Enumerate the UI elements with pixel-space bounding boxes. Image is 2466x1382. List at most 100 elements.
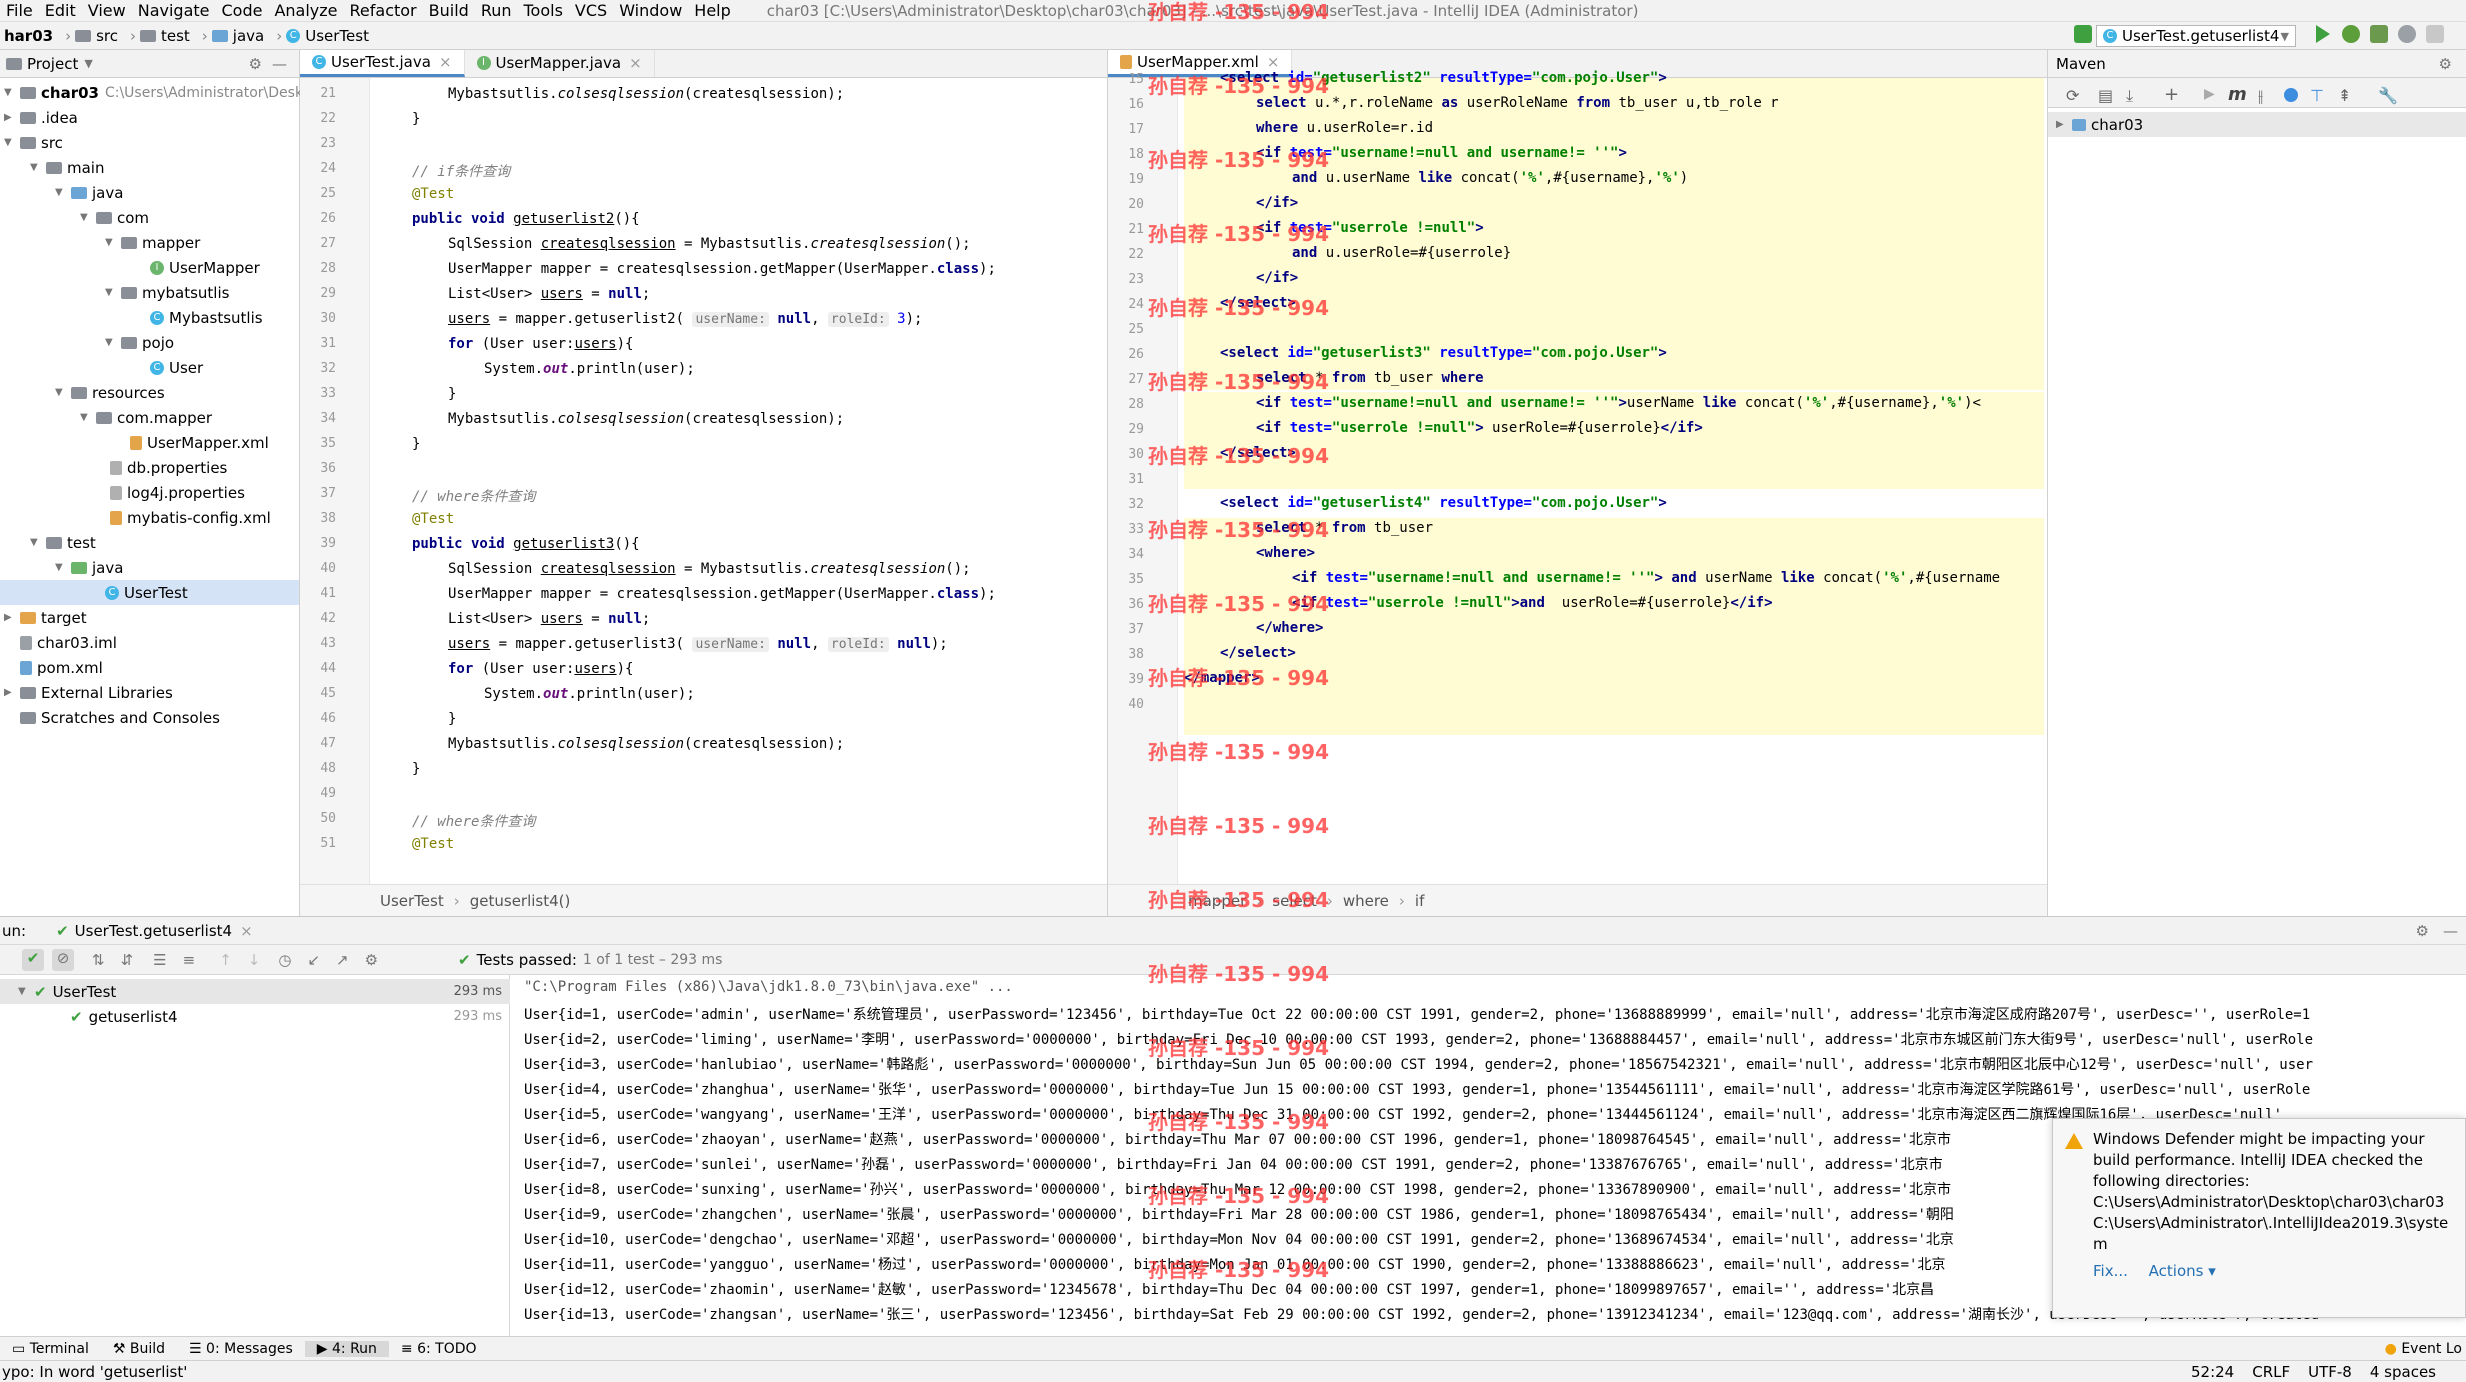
tree-item-test-java[interactable]: ▼ java [55, 555, 123, 580]
indent-setting[interactable]: 4 spaces [2370, 1363, 2436, 1381]
menu-file[interactable]: File [0, 1, 39, 20]
chevron-right-icon[interactable]: ▶ [4, 687, 16, 698]
tree-item-java[interactable]: ▼ java [55, 180, 123, 205]
tree-item-usertest[interactable]: C UserTest [0, 580, 299, 605]
close-icon[interactable]: × [240, 922, 253, 940]
menu-code[interactable]: Code [216, 1, 269, 20]
tree-item-scratches[interactable]: Scratches and Consoles [4, 705, 220, 730]
close-icon[interactable]: × [439, 53, 452, 71]
build-hammer-icon[interactable] [2074, 25, 2092, 43]
stop-icon[interactable] [2426, 25, 2444, 43]
show-dependencies-icon[interactable]: ⊤ [2310, 86, 2324, 105]
breadcrumb-method[interactable]: getuserlist4() [470, 892, 571, 910]
tree-item-pom-xml[interactable]: pom.xml [20, 655, 103, 680]
menu-run[interactable]: Run [475, 1, 518, 20]
sort-duration-icon[interactable]: ⇵ [121, 951, 134, 969]
tab-usermapper-java[interactable]: I UserMapper.java × [465, 50, 655, 77]
breadcrumb-src[interactable]: › src [57, 27, 122, 45]
tree-item-com[interactable]: ▼ com [80, 205, 149, 230]
profile-icon[interactable] [2398, 25, 2416, 43]
collapse-icon[interactable]: ⇞ [2338, 86, 2351, 105]
tree-item-char03[interactable]: ▼ char03 C:\Users\Administrator\Deskt [4, 80, 309, 105]
tree-item-user[interactable]: C User [150, 355, 203, 380]
run-tab[interactable]: ✔ UserTest.getuserlist4 × [56, 922, 253, 940]
todo-tab[interactable]: ≡ 6: TODO [389, 1341, 489, 1357]
tree-item-src[interactable]: ▼ src [4, 130, 63, 155]
breadcrumb-if[interactable]: if [1415, 892, 1424, 910]
close-icon[interactable]: × [1267, 53, 1280, 71]
menu-window[interactable]: Window [613, 1, 688, 20]
next-icon[interactable]: ↓ [248, 951, 261, 969]
build-tab[interactable]: ⚒ Build [101, 1341, 177, 1357]
breadcrumb-class[interactable]: UserTest [380, 892, 444, 910]
gear-icon[interactable]: ⚙ [2416, 922, 2429, 940]
file-encoding[interactable]: UTF-8 [2308, 1363, 2352, 1381]
run-icon[interactable] [2316, 25, 2330, 43]
tree-item-char03-iml[interactable]: char03.iml [20, 630, 117, 655]
coverage-icon[interactable] [2370, 25, 2388, 43]
tree-item-test[interactable]: ▼ test [30, 530, 96, 555]
chevron-down-icon[interactable]: ▼ [80, 412, 92, 423]
chevron-down-icon[interactable]: ▼ [105, 337, 117, 348]
tree-item-mybatis-config[interactable]: mybatis-config.xml [110, 505, 271, 530]
tree-item-resources[interactable]: ▼ resources [55, 380, 165, 405]
breadcrumb-select[interactable]: select [1272, 892, 1317, 910]
menu-build[interactable]: Build [423, 1, 475, 20]
run-maven-icon[interactable]: ▶ [2204, 86, 2215, 102]
menu-analyze[interactable]: Analyze [268, 1, 343, 20]
reload-icon[interactable]: ⟳ [2066, 86, 2079, 105]
breadcrumb-where[interactable]: where [1343, 892, 1389, 910]
breadcrumb-java[interactable]: › java [194, 27, 268, 45]
test-tree-row[interactable]: ▼ ✔ UserTest 293 ms [0, 979, 510, 1004]
add-folder-icon[interactable]: ▤ [2098, 86, 2113, 105]
actions-link[interactable]: Actions ▾ [2149, 1262, 2216, 1280]
gear-icon[interactable]: ⚙ [2439, 55, 2452, 73]
tree-item-mybastsutlis-class[interactable]: C Mybastsutlis [150, 305, 263, 330]
menu-vcs[interactable]: VCS [569, 1, 613, 20]
import-icon[interactable]: ↙ [307, 951, 320, 969]
line-separator[interactable]: CRLF [2252, 1363, 2290, 1381]
breadcrumb-test[interactable]: › test [122, 27, 194, 45]
expand-all-icon[interactable]: ☰ [153, 951, 166, 969]
show-passed-icon[interactable]: ✔ [22, 948, 44, 971]
java-editor[interactable]: C UserTest.java × I UserMapper.java × 21 22 23… [300, 50, 1108, 916]
menu-navigate[interactable]: Navigate [132, 1, 216, 20]
chevron-down-icon[interactable]: ▼ [80, 212, 92, 223]
menu-view[interactable]: View [82, 1, 132, 20]
hide-icon[interactable]: — [2443, 922, 2458, 940]
close-icon[interactable]: × [629, 54, 642, 72]
maven-goal-icon[interactable]: m [2228, 84, 2247, 105]
download-icon[interactable]: ⤓ [2126, 86, 2133, 106]
tree-item-usermapper[interactable]: I UserMapper [150, 255, 260, 280]
chevron-right-icon[interactable]: ▶ [2056, 119, 2068, 130]
menu-tools[interactable]: Tools [518, 1, 569, 20]
chevron-down-icon[interactable]: ▼ [4, 137, 16, 148]
breadcrumb-project[interactable]: har03 [0, 27, 57, 45]
collapse-all-icon[interactable]: ≡ [183, 951, 196, 969]
chevron-right-icon[interactable]: ▶ [4, 612, 16, 623]
tree-item-com-mapper[interactable]: ▼ com.mapper [80, 405, 212, 430]
chevron-down-icon[interactable]: ▼ [84, 57, 92, 70]
menu-edit[interactable]: Edit [39, 1, 82, 20]
add-icon[interactable]: + [2164, 84, 2179, 105]
xml-editor[interactable]: UserMapper.xml × 15 16 17 18 19 20 21 22 23 24 25 26… [1108, 50, 2048, 916]
tree-item-pojo[interactable]: ▼ pojo [105, 330, 174, 355]
sort-alpha-icon[interactable]: ⇅ [92, 951, 105, 969]
tree-item-idea[interactable]: ▶ .idea [4, 105, 78, 130]
tab-usertest-java[interactable]: C UserTest.java × [300, 50, 465, 77]
menu-help[interactable]: Help [688, 1, 736, 20]
tree-item-log4j-properties[interactable]: log4j.properties [110, 480, 245, 505]
caret-position[interactable]: 52:24 [2191, 1363, 2234, 1381]
export-icon[interactable]: ↗ [336, 951, 349, 969]
run-tab-button[interactable]: ▶ 4: Run [304, 1340, 389, 1357]
gear-icon[interactable]: ⚙ [249, 55, 262, 73]
tree-item-db-properties[interactable]: db.properties [110, 455, 227, 480]
gear-icon[interactable]: ⚙ [365, 951, 378, 969]
show-ignored-icon[interactable]: ⊘ [52, 948, 74, 971]
chevron-down-icon[interactable]: ▼ [55, 562, 67, 573]
tree-item-external-libraries[interactable]: ▶ External Libraries [4, 680, 173, 705]
tree-item-target[interactable]: ▶ target [4, 605, 87, 630]
messages-tab[interactable]: ☰ 0: Messages [177, 1341, 305, 1357]
chevron-down-icon[interactable]: ▼ [4, 87, 16, 98]
maven-project-char03[interactable]: ▶ char03 [2048, 112, 2466, 137]
